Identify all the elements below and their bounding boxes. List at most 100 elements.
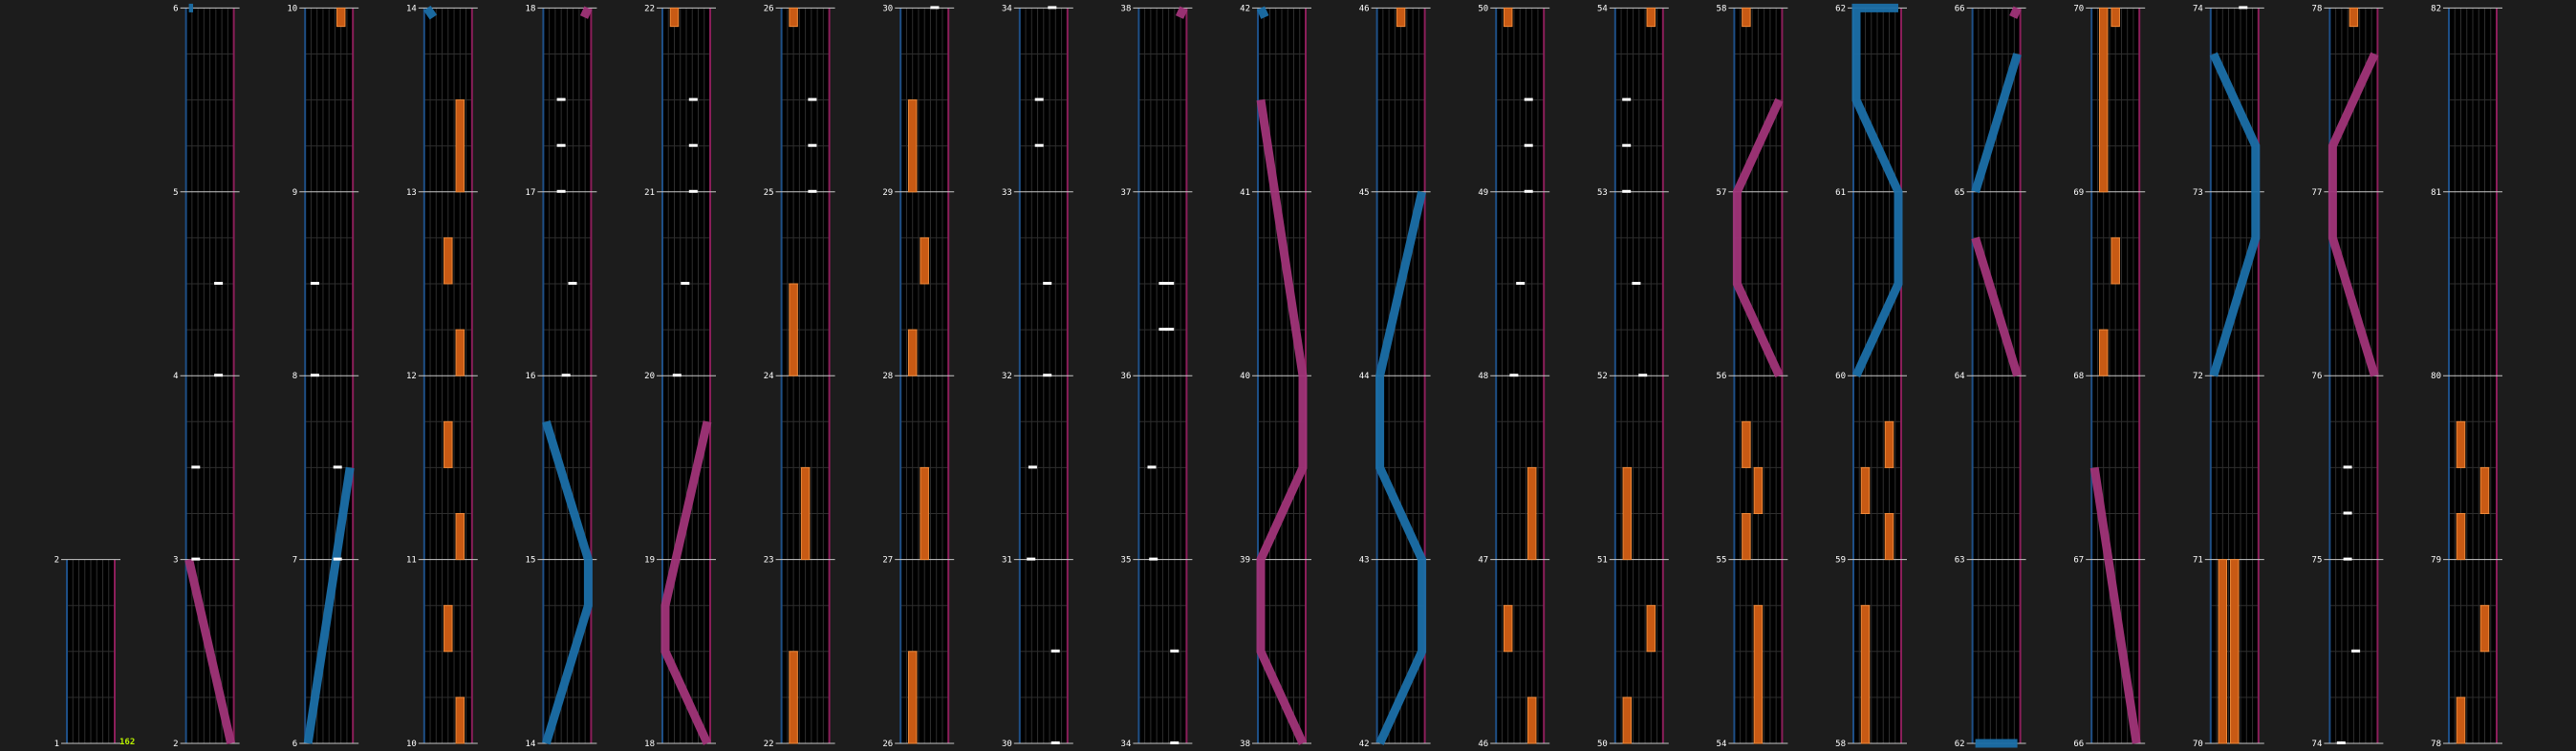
hold-note <box>2349 7 2359 28</box>
chip-note <box>1048 6 1057 10</box>
measure-number: 63 <box>1955 556 1965 566</box>
measure-number: 66 <box>1955 4 1965 13</box>
hold-note <box>2098 7 2109 193</box>
hold-note <box>1753 466 1764 514</box>
measure-number: 57 <box>1717 188 1727 198</box>
chip-note <box>1034 97 1044 101</box>
chart-canvas: 1223456678910101112131414151617181819202… <box>54 3 2502 749</box>
measure-number: 43 <box>1359 556 1370 566</box>
measure-number: 49 <box>1478 188 1488 198</box>
measure-number: 20 <box>644 372 655 381</box>
measure-number: 74 <box>2193 4 2203 13</box>
measure-number: 14 <box>526 740 536 749</box>
chip-note <box>2343 557 2352 561</box>
chip-note <box>1170 649 1180 653</box>
measure-number: 46 <box>1478 740 1488 749</box>
measure-number: 13 <box>406 188 417 198</box>
measure-number: 62 <box>1955 740 1965 749</box>
measure-number: 27 <box>882 556 893 566</box>
measure-number: 6 <box>292 740 297 749</box>
chart-column-22: 22 23 24 25 26 <box>764 4 835 749</box>
chart-column-50: 50 51 52 53 54 <box>1597 4 1669 749</box>
measure-number: 9 <box>292 188 297 198</box>
measure-number: 25 <box>764 188 774 198</box>
measure-number: 44 <box>1359 372 1370 381</box>
hold-note <box>1753 605 1764 744</box>
hold-note <box>1860 466 1871 514</box>
hold-note <box>2098 329 2109 376</box>
measure-number: 61 <box>1835 188 1846 198</box>
chip-note <box>333 557 342 561</box>
chip-note <box>688 143 698 147</box>
measure-number: 54 <box>1597 4 1608 13</box>
measure-number: 31 <box>1002 556 1012 566</box>
measure-number: 23 <box>764 556 774 566</box>
chip-note <box>1043 374 1052 377</box>
hold-note <box>444 237 453 285</box>
measure-number: 42 <box>1359 740 1370 749</box>
hold-note <box>789 651 798 744</box>
measure-number: 19 <box>644 556 655 566</box>
chip-note <box>1622 189 1632 193</box>
chip-note <box>2343 465 2352 469</box>
hold-note <box>455 99 465 193</box>
measure-number: 60 <box>1835 372 1846 381</box>
laser-right <box>2009 6 2022 19</box>
hold-note <box>907 651 918 744</box>
measure-number: 41 <box>1240 188 1250 198</box>
hold-note <box>455 329 465 376</box>
hold-note <box>789 283 798 376</box>
measure-number: 53 <box>1597 188 1608 198</box>
chip-note <box>1034 143 1044 147</box>
chip-note <box>808 189 817 193</box>
measure-number: 76 <box>2312 372 2323 381</box>
hold-note <box>1526 697 1537 744</box>
measure-number: 82 <box>2431 4 2441 13</box>
chart-column-34: 34 35 36 37 38 <box>1121 4 1193 749</box>
chip-note <box>930 6 940 10</box>
chip-note <box>1509 374 1519 377</box>
measure-number: 36 <box>1121 372 1132 381</box>
hold-note <box>455 697 465 744</box>
hold-note <box>2456 420 2466 468</box>
hold-note <box>2456 513 2466 561</box>
measure-number: 80 <box>2431 372 2441 381</box>
hold-note <box>669 7 680 28</box>
hold-note <box>336 7 346 28</box>
chart-column-30: 30 31 32 33 34 <box>1002 4 1073 749</box>
chip-note <box>1622 97 1632 101</box>
measure-number: 64 <box>1955 372 1965 381</box>
measure-number: 39 <box>1240 556 1250 566</box>
measure-number: 12 <box>406 372 417 381</box>
measure-number: 52 <box>1597 372 1608 381</box>
chip-note <box>1050 741 1060 744</box>
chart-column-62: 62 63 64 65 66 <box>1955 4 2026 749</box>
chip-note <box>1165 328 1175 332</box>
laser-left <box>423 5 438 20</box>
measure-number: 34 <box>1002 4 1012 13</box>
hold-note <box>1884 420 1894 468</box>
chip-note <box>1632 282 1641 285</box>
measure-number: 70 <box>2073 4 2084 13</box>
chart-column-1: 12 <box>54 556 120 749</box>
measure-number: 45 <box>1359 188 1370 198</box>
chip-note <box>2343 511 2352 515</box>
chip-note <box>333 465 342 469</box>
measure-number: 18 <box>644 740 655 749</box>
measure-number: 58 <box>1835 740 1846 749</box>
chart-column-18: 18 19 20 21 22 <box>644 4 716 749</box>
chip-note <box>214 374 224 377</box>
hold-note <box>1622 466 1633 561</box>
chip-note <box>556 189 566 193</box>
hold-note <box>1622 697 1633 744</box>
measure-number: 73 <box>2193 188 2203 198</box>
measure-number: 81 <box>2431 188 2441 198</box>
measure-number: 68 <box>2073 372 2084 381</box>
measure-number: 74 <box>2312 740 2323 749</box>
laser-right <box>579 6 593 19</box>
measure-number: 1 <box>54 740 59 749</box>
chip-note <box>672 374 682 377</box>
chart-column-42: 42 43 44 45 46 <box>1359 4 1431 749</box>
chip-note <box>2336 741 2346 744</box>
chip-note <box>688 97 698 101</box>
